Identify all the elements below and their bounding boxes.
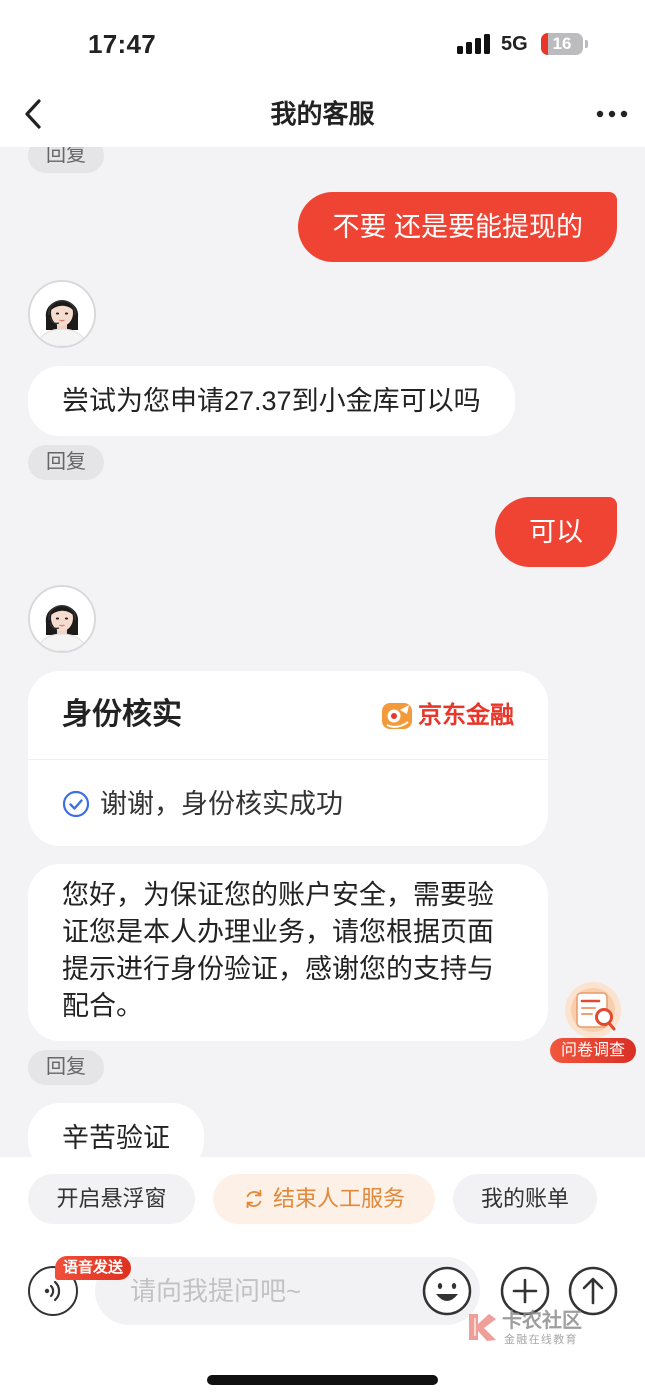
survey-badge-label: 问卷调查 (550, 1038, 636, 1063)
top-bar: 17:47 5G 16 我的客服 (0, 0, 645, 147)
agent-message-bubble: 尝试为您申请27.37到小金库可以吗 (28, 366, 515, 436)
identity-verification-card: 身份核实 京东金融 谢谢，身份核实成功 (28, 671, 548, 846)
watermark-name: 卡农社区 (502, 1310, 582, 1332)
open-floating-window-button[interactable]: 开启悬浮窗 (28, 1174, 195, 1224)
survey-badge-button[interactable]: 问卷调查 (550, 978, 636, 1064)
more-dots-icon (596, 110, 628, 118)
battery-level: 16 (552, 34, 572, 53)
my-bills-button[interactable]: 我的账单 (453, 1174, 597, 1224)
agent-message-bubble: 您好，为保证您的账户安全，需要验证您是本人办理业务，请您根据页面提示进行身份验证… (28, 864, 548, 1041)
smile-emoji-icon (422, 1266, 472, 1316)
user-message-bubble: 不要 还是要能提现的 (298, 192, 617, 262)
quick-action-label: 开启悬浮窗 (56, 1186, 167, 1211)
watermark-logo-icon (469, 1314, 496, 1341)
reply-button[interactable]: 回复 (28, 1050, 104, 1085)
home-indicator (207, 1375, 438, 1385)
status-time: 17:47 (88, 29, 156, 59)
agent-avatar-icon (28, 280, 96, 348)
page-title: 我的客服 (270, 99, 375, 129)
watermark-tagline: 金融在线教育 (504, 1334, 578, 1346)
emoji-button[interactable] (422, 1266, 472, 1316)
survey-document-icon (565, 982, 621, 1038)
end-human-service-button[interactable]: 结束人工服务 (213, 1174, 435, 1224)
voice-send-badge: 语音发送 (55, 1256, 131, 1280)
quick-action-label: 结束人工服务 (272, 1186, 405, 1211)
voice-wave-icon (44, 1280, 61, 1302)
signal-bars-icon (457, 34, 490, 54)
bottom-panel: 开启悬浮窗 结束人工服务 我的账单 语音发送 (0, 1157, 645, 1398)
battery-icon: 16 (541, 33, 583, 55)
jd-finance-logo-icon (382, 703, 412, 729)
verification-status-text: 谢谢，身份核实成功 (100, 789, 343, 819)
check-circle-icon (62, 790, 90, 818)
card-divider (28, 759, 548, 760)
brand-name: 京东金融 (418, 702, 514, 729)
user-message-bubble: 可以 (495, 497, 617, 567)
card-title: 身份核实 (62, 698, 182, 731)
agent-avatar-icon (28, 585, 96, 653)
message-input[interactable] (130, 1257, 410, 1325)
reply-button[interactable]: 回复 (28, 445, 104, 480)
battery-tip (585, 40, 588, 48)
quick-action-label: 我的账单 (480, 1186, 569, 1211)
agent-message-text: 您好，为保证您的账户安全，需要验证您是本人办理业务，请您根据页面提示进行身份验证… (62, 880, 494, 1021)
network-type: 5G (501, 33, 528, 55)
more-button[interactable] (594, 106, 630, 122)
refresh-icon (246, 1189, 262, 1209)
